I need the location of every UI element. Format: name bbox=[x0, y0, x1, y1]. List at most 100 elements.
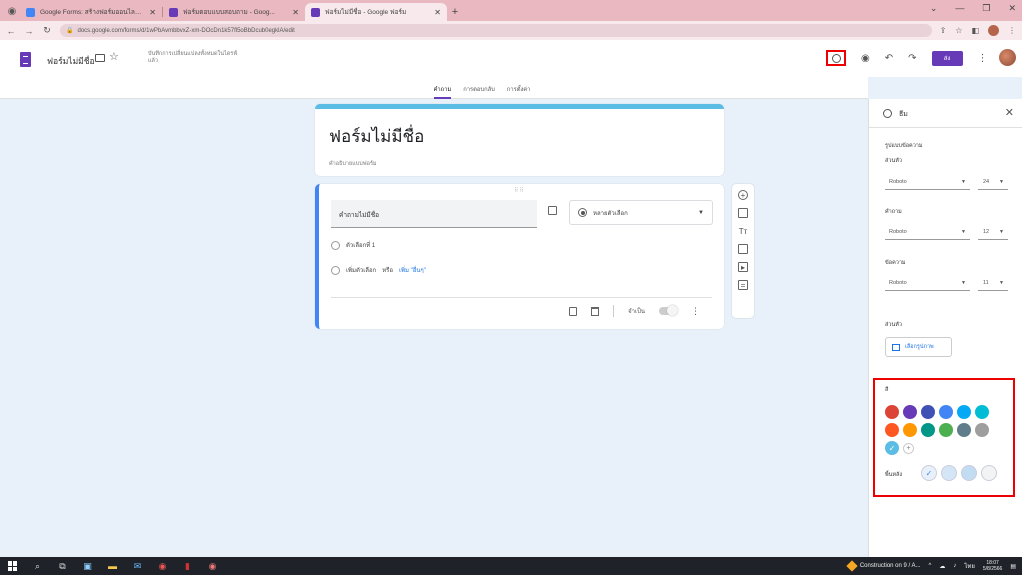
header-size-select[interactable]: 24 ▼ bbox=[978, 175, 1008, 190]
notifications-icon[interactable]: ▤ bbox=[1010, 563, 1016, 570]
close-icon[interactable]: ✕ bbox=[434, 8, 441, 17]
search-icon[interactable]: ⌕ bbox=[32, 561, 43, 572]
profile-avatar[interactable] bbox=[988, 25, 999, 36]
close-window-icon[interactable]: ✕ bbox=[1008, 3, 1016, 14]
redo-icon[interactable]: ↷ bbox=[908, 53, 916, 64]
windows-start-icon[interactable] bbox=[8, 561, 18, 571]
add-question-icon[interactable]: + bbox=[738, 190, 748, 200]
undo-icon[interactable]: ↶ bbox=[885, 53, 893, 64]
color-swatch[interactable] bbox=[885, 405, 899, 419]
close-icon[interactable]: ✕ bbox=[292, 8, 299, 17]
required-toggle[interactable] bbox=[659, 305, 678, 316]
folder-icon[interactable] bbox=[95, 54, 105, 62]
close-icon[interactable]: ✕ bbox=[1005, 106, 1014, 119]
add-video-icon[interactable]: ▸ bbox=[738, 262, 748, 272]
add-title-icon[interactable]: Tт bbox=[738, 226, 748, 236]
forms-logo-icon[interactable] bbox=[20, 52, 31, 67]
add-other-link[interactable]: เพิ่ม "อื่นๆ" bbox=[399, 265, 426, 275]
option-label[interactable]: ตัวเลือกที่ 1 bbox=[346, 240, 375, 250]
question-font-select[interactable]: Roboto ▼ bbox=[885, 225, 970, 240]
selected-background-swatch[interactable]: ✓ bbox=[921, 465, 937, 481]
share-icon[interactable]: ⇪ bbox=[940, 26, 947, 35]
question-type-select[interactable]: หลายตัวเลือก ▼ bbox=[569, 200, 713, 225]
tab-responses[interactable]: การตอบกลับ bbox=[463, 77, 495, 99]
header-font-select[interactable]: Roboto ▼ bbox=[885, 175, 970, 190]
import-questions-icon[interactable] bbox=[738, 208, 748, 218]
extensions-icon[interactable]: ◧ bbox=[971, 26, 979, 35]
browser-tab-1[interactable]: Google Forms: สร้างฟอร์มออนไลน... ✕ bbox=[20, 3, 162, 21]
form-description[interactable]: คำอธิบายแบบฟอร์ม bbox=[329, 160, 377, 168]
network-icon[interactable]: ☁ bbox=[939, 563, 945, 570]
tab-settings[interactable]: การตั้งค่า bbox=[507, 77, 531, 99]
more-options-icon[interactable]: ⋮ bbox=[978, 53, 988, 64]
app-icon[interactable]: ▮ bbox=[182, 561, 193, 572]
form-title[interactable]: ฟอร์มไม่มีชื่อ bbox=[329, 123, 424, 150]
color-swatch[interactable] bbox=[957, 423, 971, 437]
form-title-card[interactable]: ฟอร์มไม่มีชื่อ คำอธิบายแบบฟอร์ม bbox=[315, 104, 724, 176]
browser-menu-icon[interactable]: ⋮ bbox=[1008, 26, 1016, 35]
color-swatch[interactable] bbox=[939, 405, 953, 419]
color-swatch[interactable] bbox=[939, 423, 953, 437]
mail-icon[interactable]: ✉ bbox=[132, 561, 143, 572]
choose-image-button[interactable]: เลือกรูปภาพ bbox=[885, 337, 952, 357]
restore-icon[interactable]: ❐ bbox=[982, 3, 990, 14]
color-swatch[interactable] bbox=[975, 423, 989, 437]
store-icon[interactable]: ▣ bbox=[82, 561, 93, 572]
forward-icon[interactable]: → bbox=[24, 26, 34, 36]
bookmark-star-icon[interactable]: ☆ bbox=[955, 26, 962, 35]
color-swatch[interactable] bbox=[903, 423, 917, 437]
file-explorer-icon[interactable]: ▬ bbox=[107, 561, 118, 572]
language-indicator[interactable]: ไทย bbox=[964, 561, 975, 571]
delete-icon[interactable] bbox=[591, 306, 600, 316]
star-icon[interactable]: ☆ bbox=[109, 50, 119, 63]
add-image-icon[interactable] bbox=[548, 206, 557, 215]
question-size-select[interactable]: 12 ▼ bbox=[978, 225, 1008, 240]
notification-item[interactable]: Construction on 9 / A... bbox=[846, 560, 921, 572]
color-swatch[interactable] bbox=[921, 423, 935, 437]
radio-circle-icon bbox=[331, 240, 340, 250]
more-options-icon[interactable]: ⋮ bbox=[691, 306, 700, 317]
doc-title[interactable]: ฟอร์มไม่มีชื่อ bbox=[47, 54, 95, 68]
add-option-link[interactable]: เพิ่มตัวเลือก bbox=[346, 265, 376, 275]
color-swatch[interactable] bbox=[957, 405, 971, 419]
clock[interactable]: 18:07 5/8/2566 bbox=[983, 560, 1002, 572]
chrome-icon[interactable]: ◉ bbox=[157, 561, 168, 572]
chevron-down-icon[interactable]: ⌄ bbox=[930, 3, 938, 14]
duplicate-icon[interactable] bbox=[569, 306, 578, 316]
chrome-menu-icon[interactable]: ◉ bbox=[4, 3, 20, 19]
color-swatch[interactable] bbox=[975, 405, 989, 419]
background-swatch[interactable] bbox=[941, 465, 957, 481]
app-icon[interactable]: ◉ bbox=[207, 561, 218, 572]
question-card[interactable]: ⠿⠿ คำถามไม่มีชื่อ หลายตัวเลือก ▼ ตัวเลือ… bbox=[315, 184, 724, 329]
tray-chevron-icon[interactable]: ^ bbox=[929, 563, 932, 569]
customize-theme-button[interactable] bbox=[826, 50, 846, 66]
color-swatch[interactable] bbox=[903, 405, 917, 419]
preview-eye-icon[interactable]: ◉ bbox=[861, 53, 870, 64]
color-swatch[interactable] bbox=[921, 405, 935, 419]
drag-handle-icon[interactable]: ⠿⠿ bbox=[514, 187, 525, 194]
new-tab-icon[interactable]: + bbox=[447, 4, 463, 20]
send-button[interactable]: ส่ง bbox=[931, 50, 963, 66]
browser-tab-2[interactable]: ฟอร์มตอบแบบสอบถาม - Goog... ✕ bbox=[163, 3, 305, 21]
color-swatch[interactable] bbox=[885, 423, 899, 437]
custom-color-icon[interactable]: + bbox=[903, 443, 914, 454]
back-icon[interactable]: ← bbox=[6, 26, 16, 36]
tab-questions[interactable]: คำถาม bbox=[433, 77, 452, 99]
radio-circle-icon bbox=[331, 265, 340, 275]
text-font-select[interactable]: Roboto ▼ bbox=[885, 276, 970, 291]
question-title-field[interactable]: คำถามไม่มีชื่อ bbox=[331, 200, 537, 228]
background-swatch[interactable] bbox=[961, 465, 977, 481]
add-image-icon[interactable] bbox=[738, 244, 748, 254]
browser-tab-3[interactable]: ฟอร์มไม่มีชื่อ - Google ฟอร์ม ✕ bbox=[305, 3, 447, 21]
add-section-icon[interactable]: = bbox=[738, 280, 748, 290]
minimize-icon[interactable]: — bbox=[955, 3, 964, 14]
close-icon[interactable]: ✕ bbox=[149, 8, 156, 17]
text-size-select[interactable]: 11 ▼ bbox=[978, 276, 1008, 291]
url-field[interactable]: 🔒 docs.google.com/forms/d/1wPbAvmbbvxZ-x… bbox=[60, 24, 932, 37]
reload-icon[interactable]: ↻ bbox=[42, 25, 52, 36]
selected-color-swatch[interactable]: ✓ bbox=[885, 441, 899, 455]
volume-icon[interactable]: ♪ bbox=[953, 563, 956, 569]
account-avatar[interactable] bbox=[999, 49, 1016, 66]
task-view-icon[interactable]: ⧉ bbox=[57, 561, 68, 572]
background-swatch[interactable] bbox=[981, 465, 997, 481]
